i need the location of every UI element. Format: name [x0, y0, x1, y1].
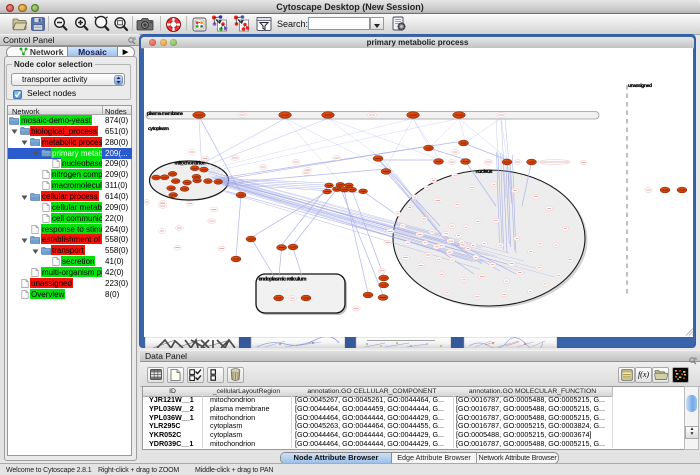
svg-text:mitochondrion: mitochondrion — [175, 161, 206, 167]
svg-text:cytoplasm: cytoplasm — [148, 126, 170, 132]
svg-text:nucleus: nucleus — [476, 169, 493, 175]
svg-text:unassigned: unassigned — [628, 83, 652, 89]
svg-text:plasma membrane: plasma membrane — [147, 111, 183, 117]
svg-text:endoplasmic reticulum: endoplasmic reticulum — [259, 277, 307, 283]
